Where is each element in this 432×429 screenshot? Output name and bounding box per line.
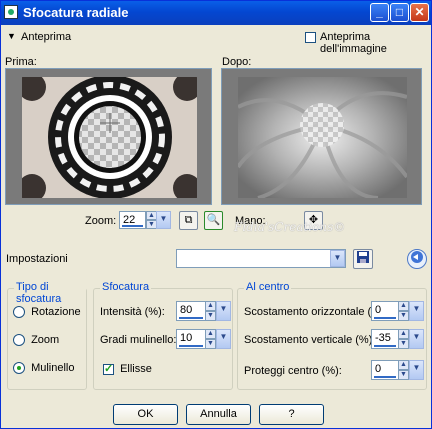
- minimize-button[interactable]: _: [370, 3, 389, 22]
- save-icon[interactable]: [353, 249, 373, 269]
- before-preview[interactable]: [5, 68, 212, 205]
- zoom-label: Zoom:: [85, 215, 117, 227]
- off-center-group: Al centro Scostamento orizzontale (%): 0…: [237, 281, 427, 390]
- swirl-label: Gradi mulinello:: [100, 334, 177, 346]
- swirl-value: 10: [180, 332, 193, 344]
- ellipse-label: Ellisse: [120, 363, 152, 375]
- preview-toggle-label[interactable]: Anteprima: [21, 31, 71, 43]
- protect-up-icon[interactable]: ▲: [398, 360, 409, 370]
- radio-swirl[interactable]: Mulinello: [13, 362, 75, 375]
- protect-down-icon[interactable]: ▼: [398, 370, 409, 380]
- help-button[interactable]: ?: [259, 404, 324, 425]
- close-button[interactable]: ✕: [410, 3, 429, 22]
- zoom-dropdown-icon[interactable]: ▼: [156, 211, 171, 229]
- blur-type-title: Tipo di sfocatura: [14, 281, 86, 305]
- app-icon: [4, 5, 18, 19]
- radio-zoom-label: Zoom: [31, 334, 60, 346]
- swirl-up-icon[interactable]: ▲: [205, 329, 216, 339]
- window-title: Sfocatura radiale: [23, 5, 129, 20]
- vertical-down-icon[interactable]: ▼: [398, 339, 409, 349]
- vertical-offset-label: Scostamento verticale (%):: [244, 334, 376, 346]
- preview-header: ▼ Anteprima Anteprima dell'immagine: [7, 29, 427, 55]
- intensity-dropdown-icon[interactable]: ▼: [216, 301, 231, 321]
- swirl-dropdown-icon[interactable]: ▼: [216, 329, 231, 349]
- radio-swirl-icon[interactable]: [13, 362, 25, 375]
- before-image: [18, 73, 201, 202]
- blur-title: Sfocatura: [100, 281, 152, 293]
- off-center-title: Al centro: [244, 281, 292, 293]
- protect-dropdown-icon[interactable]: ▼: [409, 360, 424, 380]
- horizontal-offset-value: 0: [375, 304, 382, 316]
- radio-swirl-label: Mulinello: [31, 362, 75, 374]
- radio-rotation[interactable]: Rotazione: [13, 306, 81, 319]
- blur-group: Sfocatura Intensità (%): 80 ▲ ▼ ▼ Gradi …: [93, 281, 233, 390]
- blur-type-group: Tipo di sfocatura Rotazione Zoom Mulinel…: [7, 281, 87, 390]
- after-preview: [221, 68, 422, 205]
- zoom-input[interactable]: 22: [119, 211, 146, 229]
- ellipse-check-icon[interactable]: [103, 362, 114, 375]
- image-preview-checkbox[interactable]: [305, 31, 316, 43]
- ok-button[interactable]: OK: [113, 404, 178, 425]
- cancel-button[interactable]: Annulla: [186, 404, 251, 425]
- reset-icon[interactable]: [407, 249, 427, 269]
- after-image: [236, 77, 409, 200]
- radio-rotation-label: Rotazione: [31, 306, 81, 318]
- fit-window-icon[interactable]: ⧉: [179, 211, 198, 230]
- horizontal-offset-label: Scostamento orizzontale (%):: [244, 306, 388, 318]
- vertical-dropdown-icon[interactable]: ▼: [409, 329, 424, 349]
- horizontal-up-icon[interactable]: ▲: [398, 301, 409, 311]
- protect-center-value: 0: [375, 363, 382, 375]
- settings-dropdown[interactable]: [176, 249, 346, 268]
- horizontal-down-icon[interactable]: ▼: [398, 311, 409, 321]
- after-label: Dopo:: [222, 56, 252, 68]
- protect-center-label: Proteggi centro (%):: [244, 365, 342, 377]
- maximize-button[interactable]: □: [390, 3, 409, 22]
- before-label: Prima:: [5, 56, 37, 68]
- radio-rotation-icon[interactable]: [13, 306, 25, 319]
- intensity-input[interactable]: 80: [176, 301, 206, 321]
- horizontal-offset-input[interactable]: 0: [371, 301, 399, 321]
- intensity-value: 80: [180, 304, 193, 316]
- settings-label: Impostazioni: [6, 253, 68, 265]
- settings-dropdown-arrow-icon[interactable]: ▼: [330, 250, 345, 267]
- vertical-up-icon[interactable]: ▲: [398, 329, 409, 339]
- intensity-down-icon[interactable]: ▼: [205, 311, 216, 321]
- protect-center-input[interactable]: 0: [371, 360, 399, 380]
- swirl-input[interactable]: 10: [176, 329, 206, 349]
- title-bar[interactable]: Sfocatura radiale _ □ ✕: [1, 1, 431, 25]
- swirl-down-icon[interactable]: ▼: [205, 339, 216, 349]
- vertical-offset-input[interactable]: -35: [371, 329, 399, 349]
- collapse-arrow-icon[interactable]: ▼: [7, 31, 16, 41]
- dialog-window: Sfocatura radiale _ □ ✕ ▼ Anteprima Ante…: [0, 0, 432, 429]
- intensity-label: Intensità (%):: [100, 306, 165, 318]
- radio-zoom[interactable]: Zoom: [13, 334, 60, 347]
- zoom-tool-icon[interactable]: 🔍: [204, 211, 223, 230]
- watermark-text: Fidia'sCreations©: [234, 220, 346, 234]
- radio-zoom-icon[interactable]: [13, 334, 25, 347]
- vertical-offset-value: -35: [375, 332, 391, 344]
- intensity-up-icon[interactable]: ▲: [205, 301, 216, 311]
- horizontal-dropdown-icon[interactable]: ▼: [409, 301, 424, 321]
- image-preview-label: Anteprima dell'immagine: [320, 31, 387, 55]
- ellipse-checkbox[interactable]: Ellisse: [103, 362, 152, 375]
